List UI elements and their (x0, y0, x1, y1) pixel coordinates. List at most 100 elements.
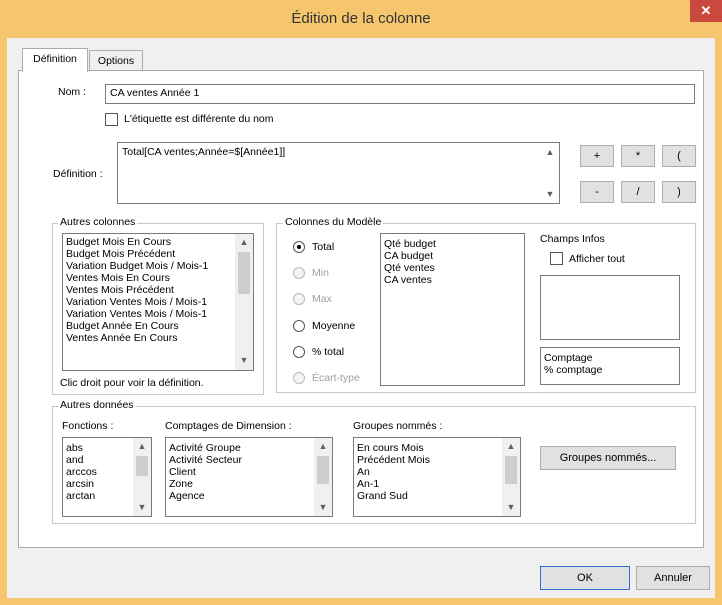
list-item[interactable]: Zone (166, 478, 314, 490)
comptages-scrollbar[interactable]: ▲ ▼ (314, 438, 332, 516)
list-item[interactable]: En cours Mois (354, 442, 502, 454)
colonnes-modele-title: Colonnes du Modèle (283, 216, 384, 228)
list-item[interactable]: arctan (63, 490, 133, 502)
scroll-thumb[interactable] (505, 456, 517, 484)
list-item[interactable]: Budget Mois En Cours (63, 236, 233, 248)
list-item[interactable]: Ventes Mois Précédent (63, 284, 233, 296)
radio-max[interactable] (293, 293, 305, 305)
champs-infos-title: Champs Infos (540, 233, 605, 245)
list-item[interactable]: Activité Groupe (166, 442, 314, 454)
scroll-down-icon[interactable]: ▼ (505, 501, 517, 513)
fonctions-list[interactable]: abs and arccos arcsin arctan ▲ ▼ (62, 437, 152, 517)
radio-moyenne-label: Moyenne (312, 320, 356, 332)
comptages-items: Activité Groupe Activité Secteur Client … (166, 442, 314, 502)
scroll-down-icon[interactable]: ▼ (317, 501, 329, 513)
autres-colonnes-items: Budget Mois En Cours Budget Mois Précéde… (63, 236, 233, 344)
nom-label: Nom : (58, 86, 87, 98)
list-item[interactable]: Activité Secteur (166, 454, 314, 466)
etiquette-checkbox[interactable] (105, 113, 118, 126)
radio-pct-total-label: % total (312, 346, 345, 358)
list-item[interactable]: Variation Ventes Mois / Mois-1 (63, 296, 233, 308)
afficher-tout-checkbox[interactable] (550, 252, 563, 265)
champs-infos-selection-list[interactable] (540, 275, 680, 340)
tab-options[interactable]: Options (89, 50, 143, 72)
plus-button[interactable]: + (580, 145, 614, 167)
list-item[interactable]: An-1 (354, 478, 502, 490)
list-item[interactable]: Variation Ventes Mois / Mois-1 (63, 308, 233, 320)
list-item[interactable]: abs (63, 442, 133, 454)
close-paren-button[interactable]: ) (662, 181, 696, 203)
list-item[interactable]: Comptage (541, 352, 677, 364)
cancel-button[interactable]: Annuler (636, 566, 710, 590)
list-item[interactable]: Variation Budget Mois / Mois-1 (63, 260, 233, 272)
autres-colonnes-scrollbar[interactable]: ▲ ▼ (235, 234, 253, 370)
list-item[interactable]: arccos (63, 466, 133, 478)
minus-button[interactable]: - (580, 181, 614, 203)
list-item[interactable]: Ventes Année En Cours (63, 332, 233, 344)
scroll-down-icon[interactable]: ▼ (136, 501, 148, 513)
groupes-items: En cours Mois Précédent Mois An An-1 Gra… (354, 442, 502, 502)
autres-donnees-title: Autres données (58, 399, 136, 411)
nom-value: CA ventes Année 1 (110, 87, 200, 99)
fonctions-label: Fonctions : (62, 420, 114, 432)
afficher-tout-label: Afficher tout (569, 253, 625, 265)
scroll-up-icon[interactable]: ▲ (317, 440, 329, 452)
tab-definition-label: Définition (33, 53, 77, 65)
radio-ecart-type[interactable] (293, 372, 305, 384)
radio-min[interactable] (293, 267, 305, 279)
definition-field[interactable]: Total[CA ventes;Année=$[Année1]] (117, 142, 560, 204)
tab-definition[interactable]: Définition (22, 48, 88, 72)
list-item[interactable]: % comptage (541, 364, 677, 376)
definition-scroll-up-icon[interactable]: ▲ (544, 146, 556, 158)
list-item[interactable]: Budget Mois Précédent (63, 248, 233, 260)
fonctions-scrollbar[interactable]: ▲ ▼ (133, 438, 151, 516)
list-item[interactable]: Qté budget (381, 238, 521, 250)
radio-total-label: Total (312, 241, 335, 253)
ok-button[interactable]: OK (540, 566, 630, 590)
groupes-label: Groupes nommés : (353, 420, 443, 432)
scroll-thumb[interactable] (136, 456, 148, 476)
definition-scroll-down-icon[interactable]: ▼ (544, 188, 556, 200)
list-item[interactable]: CA ventes (381, 274, 521, 286)
autres-colonnes-title: Autres colonnes (58, 216, 138, 228)
groupes-scrollbar[interactable]: ▲ ▼ (502, 438, 520, 516)
list-item[interactable]: arcsin (63, 478, 133, 490)
multiply-button[interactable]: * (621, 145, 655, 167)
radio-total[interactable] (293, 241, 305, 253)
scroll-up-icon[interactable]: ▲ (238, 236, 250, 248)
scroll-up-icon[interactable]: ▲ (136, 440, 148, 452)
definition-value: Total[CA ventes;Année=$[Année1]] (122, 146, 286, 158)
groupes-list[interactable]: En cours Mois Précédent Mois An An-1 Gra… (353, 437, 521, 517)
list-item[interactable]: An (354, 466, 502, 478)
champs-infos-list[interactable]: Comptage % comptage (540, 347, 680, 385)
list-item[interactable]: and (63, 454, 133, 466)
colonnes-modele-list[interactable]: Qté budget CA budget Qté ventes CA vente… (380, 233, 525, 386)
scroll-thumb[interactable] (317, 456, 329, 484)
divide-button[interactable]: / (621, 181, 655, 203)
radio-moyenne[interactable] (293, 320, 305, 332)
colonnes-modele-items: Qté budget CA budget Qté ventes CA vente… (381, 238, 521, 286)
close-button[interactable]: ✕ (690, 0, 722, 22)
radio-pct-total[interactable] (293, 346, 305, 358)
comptages-list[interactable]: Activité Groupe Activité Secteur Client … (165, 437, 333, 517)
list-item[interactable]: Qté ventes (381, 262, 521, 274)
radio-ecart-type-label: Écart-type (312, 372, 360, 384)
scroll-down-icon[interactable]: ▼ (238, 354, 250, 366)
definition-label: Définition : (53, 168, 103, 180)
list-item[interactable]: Précédent Mois (354, 454, 502, 466)
list-item[interactable]: Budget Année En Cours (63, 320, 233, 332)
list-item[interactable]: Client (166, 466, 314, 478)
autres-colonnes-list[interactable]: Budget Mois En Cours Budget Mois Précéde… (62, 233, 254, 371)
list-item[interactable]: Agence (166, 490, 314, 502)
nom-field[interactable]: CA ventes Année 1 (105, 84, 695, 104)
scroll-up-icon[interactable]: ▲ (505, 440, 517, 452)
list-item[interactable]: Grand Sud (354, 490, 502, 502)
autres-colonnes-hint: Clic droit pour voir la définition. (60, 377, 204, 389)
open-paren-button[interactable]: ( (662, 145, 696, 167)
radio-max-label: Max (312, 293, 332, 305)
list-item[interactable]: CA budget (381, 250, 521, 262)
comptages-label: Comptages de Dimension : (165, 420, 292, 432)
groupes-nommes-button[interactable]: Groupes nommés... (540, 446, 676, 470)
scroll-thumb[interactable] (238, 252, 250, 294)
list-item[interactable]: Ventes Mois En Cours (63, 272, 233, 284)
